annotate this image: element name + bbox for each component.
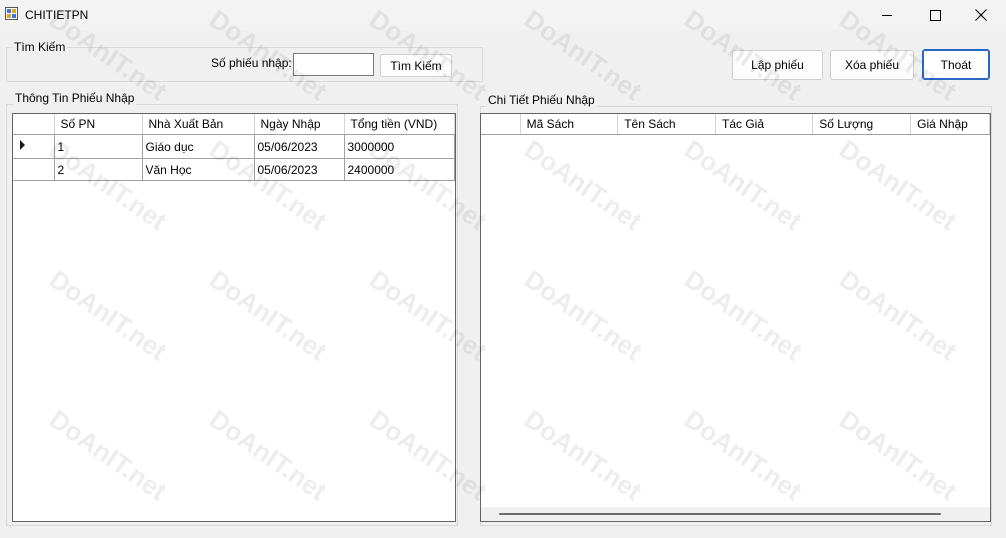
receipt-detail-grid[interactable]: Mã Sách Tên Sách Tác Giả Số Lượng Giá Nh… — [480, 113, 991, 522]
app-icon — [5, 7, 18, 20]
search-button[interactable]: Tìm Kiếm — [380, 54, 452, 77]
receipt-detail-table: Mã Sách Tên Sách Tác Giả Số Lượng Giá Nh… — [481, 114, 990, 135]
row-header[interactable] — [13, 158, 55, 181]
receipt-detail-corner-header — [481, 114, 521, 135]
receipt-number-input[interactable] — [293, 53, 374, 76]
receipt-detail-header-row: Mã Sách Tên Sách Tác Giả Số Lượng Giá Nh… — [481, 114, 990, 135]
cell-receipt-number[interactable]: 1 — [54, 134, 143, 159]
close-button[interactable] — [958, 0, 1004, 30]
exit-button[interactable]: Thoát — [922, 49, 990, 80]
table-row[interactable]: 1 Giáo dục 05/06/2023 3000000 — [13, 134, 455, 159]
receipt-detail-group-label: Chi Tiết Phiếu Nhập — [486, 93, 597, 107]
cell-import-date[interactable]: 05/06/2023 — [254, 158, 345, 181]
cell-publisher[interactable]: Giáo dục — [142, 134, 255, 159]
table-row[interactable]: 2 Văn Học 05/06/2023 2400000 — [13, 158, 455, 181]
horizontal-scrollbar[interactable] — [481, 507, 990, 521]
cell-import-date[interactable]: 05/06/2023 — [254, 134, 345, 159]
search-group-label: Tìm Kiếm — [12, 40, 68, 54]
receipt-info-header-row: Số PN Nhà Xuất Bản Ngày Nhập Tổng tiền (… — [13, 114, 455, 135]
receipt-number-label: Số phiếu nhập: — [211, 56, 292, 70]
cell-publisher[interactable]: Văn Học — [142, 158, 255, 181]
column-header-total[interactable]: Tổng tiền (VND) — [344, 114, 455, 135]
column-header-quantity[interactable]: Số Lượng — [812, 114, 912, 135]
column-header-receipt-number[interactable]: Số PN — [54, 114, 143, 135]
horizontal-scrollbar-thumb[interactable] — [499, 513, 941, 515]
column-header-book-id[interactable]: Mã Sách — [520, 114, 619, 135]
cell-total[interactable]: 3000000 — [344, 134, 455, 159]
window-title: CHITIETPN — [25, 8, 89, 22]
maximize-button[interactable] — [912, 0, 958, 30]
receipt-info-table: Số PN Nhà Xuất Bản Ngày Nhập Tổng tiền (… — [13, 114, 455, 181]
minimize-icon — [881, 14, 892, 16]
column-header-import-date[interactable]: Ngày Nhập — [254, 114, 345, 135]
row-header[interactable] — [13, 134, 55, 159]
cell-total[interactable]: 2400000 — [344, 158, 455, 181]
receipt-info-group-label: Thông Tin Phiếu Nhập — [13, 91, 137, 105]
cell-receipt-number[interactable]: 2 — [54, 158, 143, 181]
column-header-import-price[interactable]: Giá Nhập — [910, 114, 990, 135]
minimize-button[interactable] — [864, 0, 910, 30]
column-header-book-title[interactable]: Tên Sách — [617, 114, 716, 135]
receipt-info-corner-header — [13, 114, 55, 135]
current-row-arrow-icon — [20, 140, 25, 150]
column-header-publisher[interactable]: Nhà Xuất Bản — [142, 114, 255, 135]
column-header-author[interactable]: Tác Giả — [715, 114, 814, 135]
close-icon — [975, 9, 987, 21]
title-bar: CHITIETPN — [0, 0, 1006, 30]
receipt-info-grid[interactable]: Số PN Nhà Xuất Bản Ngày Nhập Tổng tiền (… — [12, 113, 456, 522]
maximize-icon — [929, 9, 941, 21]
create-receipt-button[interactable]: Lập phiếu — [732, 50, 823, 80]
delete-receipt-button[interactable]: Xóa phiếu — [830, 50, 914, 80]
